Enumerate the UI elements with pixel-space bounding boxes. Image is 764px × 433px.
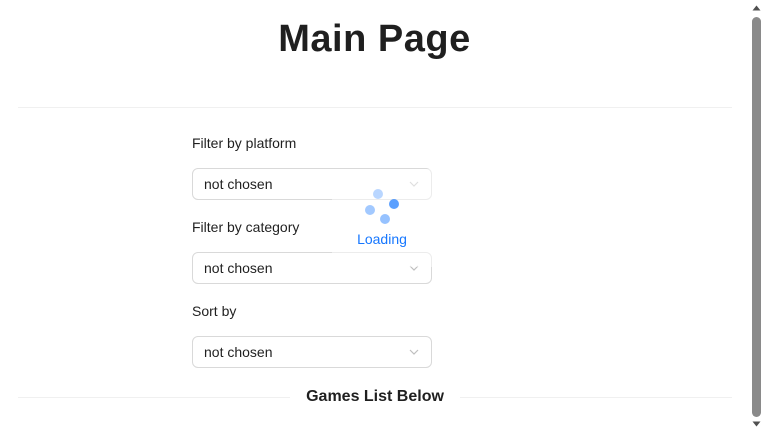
scrollbar-thumb[interactable] bbox=[752, 17, 761, 417]
loading-text: Loading bbox=[357, 231, 407, 247]
page-title: Main Page bbox=[278, 18, 471, 60]
platform-filter-label: Filter by platform bbox=[192, 135, 297, 151]
sort-select[interactable]: not chosen bbox=[192, 336, 432, 368]
scroll-up-arrow-icon[interactable] bbox=[752, 4, 761, 12]
header-divider bbox=[18, 107, 732, 108]
divider-line bbox=[18, 396, 291, 398]
games-list-heading: Games List Below bbox=[306, 388, 444, 405]
spinner-dot bbox=[380, 214, 390, 224]
scroll-down-arrow-icon[interactable] bbox=[752, 420, 761, 428]
category-filter-label: Filter by category bbox=[192, 219, 300, 235]
spinner-dot bbox=[373, 189, 383, 199]
main-page: Main Page Filter by platform not chosen … bbox=[0, 0, 764, 433]
spinner-dot bbox=[389, 199, 399, 209]
sort-value: not chosen bbox=[204, 344, 273, 360]
games-list-divider: Games List Below bbox=[18, 386, 733, 408]
divider-line bbox=[459, 396, 733, 398]
sort-label: Sort by bbox=[192, 303, 237, 319]
chevron-down-icon bbox=[408, 346, 420, 358]
spinner-dot bbox=[365, 205, 375, 215]
loading-spinner: Loading bbox=[332, 186, 432, 256]
vertical-scrollbar[interactable] bbox=[749, 0, 764, 433]
